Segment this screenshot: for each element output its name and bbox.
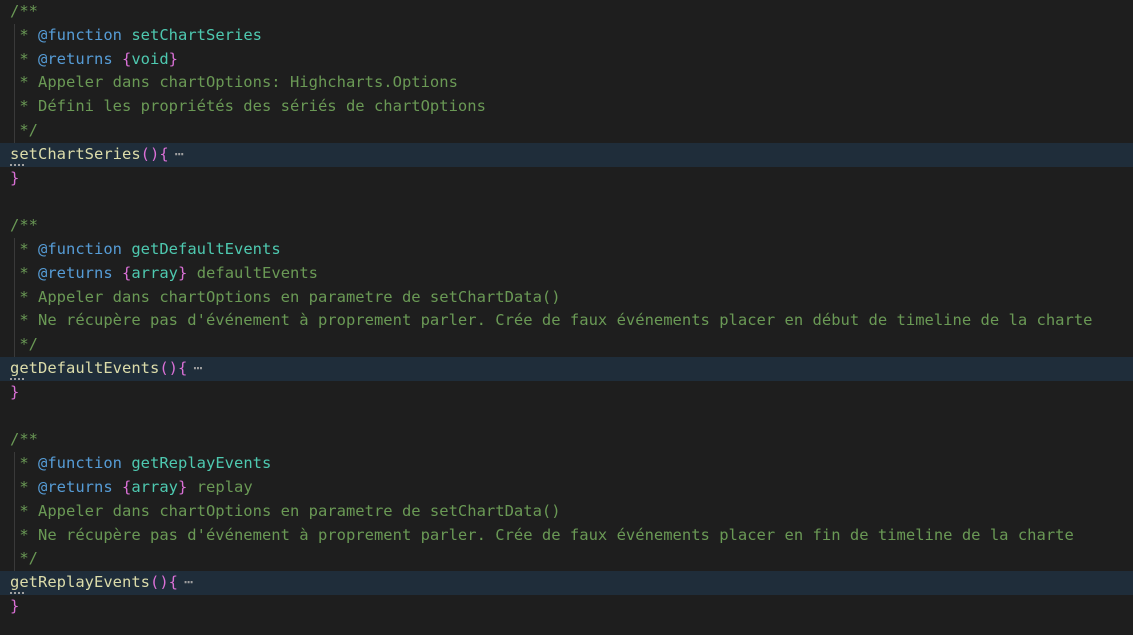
code-line[interactable]: } — [0, 381, 1133, 405]
closing-brace: } — [10, 382, 20, 401]
indent-guide — [14, 333, 15, 357]
returns-tag: @returns — [38, 477, 113, 496]
code-block-getReplayEvents: /** * @function getReplayEvents * @retur… — [0, 428, 1133, 618]
indent-guide — [14, 71, 15, 96]
indent-guide — [14, 47, 15, 72]
code-line[interactable]: /** — [0, 428, 1133, 452]
closing-brace: } — [10, 168, 20, 187]
indent-guide — [14, 95, 15, 119]
doc-comment-open: /** — [10, 430, 38, 449]
doc-description: Défini les propriétés des sériés de char… — [38, 97, 486, 116]
doc-description: Appeler dans chartOptions en parametre d… — [38, 287, 561, 306]
blank-line[interactable] — [0, 190, 1133, 214]
method-signature: setChartSeries — [10, 144, 141, 163]
indent-guide — [14, 452, 15, 476]
code-line[interactable]: } — [0, 167, 1133, 191]
doc-description: Ne récupère pas d'événement à proprement… — [38, 525, 1074, 544]
code-line[interactable]: * Ne récupère pas d'événement à propreme… — [0, 309, 1133, 334]
doc-description: Ne récupère pas d'événement à proprement… — [38, 311, 1093, 330]
code-line[interactable]: * @returns {array} defaultEvents — [0, 261, 1133, 286]
returns-type: array — [131, 477, 179, 496]
closing-brace: } — [10, 596, 20, 615]
returns-name: replay — [196, 477, 253, 496]
code-line[interactable]: * Défini les propriétés des sériés de ch… — [0, 95, 1133, 119]
code-line[interactable]: /** — [0, 214, 1133, 238]
doc-description: Appeler dans chartOptions en parametre d… — [38, 501, 561, 520]
code-line[interactable]: */ — [0, 118, 1133, 143]
doc-comment-open: /** — [10, 2, 38, 20]
folded-function-line[interactable]: setChartSeries(){⋯ — [0, 142, 1133, 167]
code-line[interactable]: * Appeler dans chartOptions: Highcharts.… — [0, 71, 1133, 96]
returns-type: void — [131, 49, 169, 68]
code-line[interactable]: * @returns {array} replay — [0, 475, 1133, 500]
function-tag: @function — [38, 454, 122, 473]
returns-tag: @returns — [38, 263, 113, 282]
code-line[interactable]: /** — [0, 0, 1133, 24]
doc-comment-close: */ — [19, 549, 39, 568]
indent-guide — [14, 237, 15, 262]
indent-guide — [14, 523, 15, 548]
method-signature: getDefaultEvents — [10, 358, 160, 377]
function-tag: @function — [38, 25, 122, 44]
function-name: setChartSeries — [131, 25, 262, 44]
doc-comment-open: /** — [10, 216, 38, 235]
doc-description: Appeler dans chartOptions: Highcharts.Op… — [38, 73, 458, 92]
returns-type: array — [131, 263, 179, 282]
code-line[interactable]: * Appeler dans chartOptions en parametre… — [0, 499, 1133, 524]
indent-guide — [14, 475, 15, 500]
indent-guide — [14, 499, 15, 524]
fold-ellipsis-icon[interactable]: ⋯ — [175, 145, 184, 163]
function-name: getReplayEvents — [131, 454, 272, 473]
code-line[interactable]: * Appeler dans chartOptions en parametre… — [0, 285, 1133, 310]
folded-function-line[interactable]: getReplayEvents(){⋯ — [0, 571, 1133, 595]
code-line[interactable]: * @returns {void} — [0, 47, 1133, 72]
code-editor[interactable]: /** * @function setChartSeries * @return… — [0, 0, 1133, 635]
function-tag: @function — [38, 239, 122, 258]
code-block-setChartSeries: /** * @function setChartSeries * @return… — [0, 0, 1133, 214]
fold-marker — [10, 161, 24, 166]
fold-ellipsis-icon[interactable]: ⋯ — [184, 573, 193, 591]
indent-guide — [14, 547, 15, 572]
indent-guide — [14, 285, 15, 310]
code-line[interactable]: * @function getReplayEvents — [0, 452, 1133, 476]
code-line[interactable]: * @function getDefaultEvents — [0, 237, 1133, 262]
function-name: getDefaultEvents — [131, 239, 281, 258]
code-block-getDefaultEvents: /** * @function getDefaultEvents * @retu… — [0, 214, 1133, 428]
code-line[interactable]: */ — [0, 547, 1133, 572]
indent-guide — [14, 23, 15, 48]
method-signature: getReplayEvents — [10, 573, 150, 592]
indent-guide — [14, 261, 15, 286]
doc-comment-close: */ — [19, 335, 39, 354]
returns-name: defaultEvents — [196, 263, 319, 282]
indent-guide — [14, 118, 15, 143]
code-line[interactable]: } — [0, 595, 1133, 619]
code-line[interactable]: * Ne récupère pas d'événement à propreme… — [0, 523, 1133, 548]
code-line[interactable]: * @function setChartSeries — [0, 23, 1133, 48]
blank-line[interactable] — [0, 405, 1133, 429]
indent-guide — [14, 309, 15, 334]
code-line[interactable]: */ — [0, 333, 1133, 357]
fold-ellipsis-icon[interactable]: ⋯ — [193, 359, 202, 377]
fold-marker — [10, 589, 24, 594]
returns-tag: @returns — [38, 49, 113, 68]
fold-marker — [10, 375, 24, 380]
folded-function-line[interactable]: getDefaultEvents(){⋯ — [0, 356, 1133, 381]
